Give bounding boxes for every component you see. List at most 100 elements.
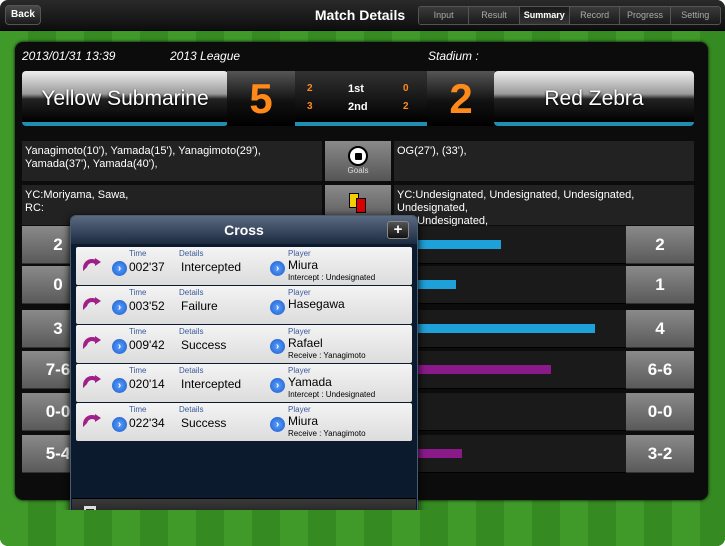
second-half-label: 2nd (348, 101, 368, 113)
stat-away-value: 4 (626, 310, 694, 348)
chevron-right-icon[interactable]: › (270, 339, 285, 354)
stat-bar (412, 365, 551, 374)
tab-result[interactable]: Result (469, 7, 520, 24)
away-team-name: Red Zebra (494, 71, 694, 126)
event-row[interactable]: › Time Details Player 003'52 Failure › Hasegawa (76, 286, 412, 324)
back-button[interactable]: Back (5, 5, 41, 25)
away-goals: OG(27'), (33'), (394, 141, 694, 181)
chevron-right-icon[interactable]: › (112, 261, 127, 276)
event-subtext: Receive : Yanagimoto (288, 351, 366, 360)
details-header: Details (179, 366, 204, 375)
event-list: › Time Details Player 002'37 Intercepted › Miur… (76, 247, 412, 442)
event-row[interactable]: › Time Details Player 009'42 Success › Rafael Re… (76, 325, 412, 363)
cross-arrow-icon (83, 336, 101, 349)
tab-input[interactable]: Input (419, 7, 470, 24)
event-player: Miura (288, 258, 319, 272)
stat-away-value: 0-0 (626, 393, 694, 431)
player-header: Player (288, 366, 311, 375)
half-scores: 2 1st 0 3 2nd 2 (295, 71, 427, 126)
event-player: Rafael (288, 336, 323, 350)
segmented-tabs: Input Result Summary Record Progress Set… (418, 6, 721, 25)
away-score: 2 (427, 71, 495, 126)
second-half-away: 2 (403, 101, 409, 112)
first-half-away: 0 (403, 83, 409, 94)
time-header: Time (129, 366, 147, 375)
player-header: Player (288, 405, 311, 414)
stat-away-value: 6-6 (626, 351, 694, 389)
details-header: Details (179, 327, 204, 336)
stat-bar (412, 449, 462, 458)
chevron-right-icon[interactable]: › (270, 300, 285, 315)
stat-away-value: 1 (626, 266, 694, 304)
event-details: Intercepted (181, 377, 242, 391)
event-subtext: Intercept : Undesignated (288, 273, 376, 282)
event-row[interactable]: › Time Details Player 020'14 Intercepted › Yama… (76, 364, 412, 402)
tab-summary[interactable]: Summary (519, 7, 570, 24)
home-goals: Yanagimoto(10'), Yamada(15'), Yanagimoto… (22, 141, 322, 181)
stat-bar (412, 240, 501, 249)
event-time: 003'52 (129, 299, 165, 313)
goals-cell: Goals (325, 141, 391, 181)
stadium-label: Stadium : (428, 49, 479, 63)
cross-popover: Cross + › Time Details Player 002'37 Intercep… (70, 215, 418, 531)
first-half-label: 1st (348, 83, 364, 95)
add-button[interactable]: + (387, 221, 409, 239)
event-details: Success (181, 338, 227, 352)
event-time: 020'14 (129, 377, 165, 391)
time-header: Time (129, 405, 147, 414)
away-cards: YC:Undesignated, Undesignated, Undesigna… (394, 185, 694, 227)
chevron-right-icon[interactable]: › (270, 378, 285, 393)
app-root: Back Match Details Input Result Summary … (0, 0, 725, 546)
event-subtext: Intercept : Undesignated (288, 390, 376, 399)
first-half-home: 2 (307, 83, 313, 94)
popover-header: Cross + (71, 216, 417, 244)
time-header: Time (129, 249, 147, 258)
chevron-right-icon[interactable]: › (270, 261, 285, 276)
event-player: Hasegawa (288, 297, 345, 311)
stat-away-value: 2 (626, 226, 694, 264)
chevron-right-icon[interactable]: › (112, 339, 127, 354)
soccer-ball-icon (348, 146, 368, 166)
tab-progress[interactable]: Progress (620, 7, 671, 24)
player-header: Player (288, 249, 311, 258)
event-row[interactable]: › Time Details Player 002'37 Intercepted › Miur… (76, 247, 412, 285)
red-card-icon (356, 198, 366, 213)
event-row[interactable]: › Time Details Player 022'34 Success › Miura Rec… (76, 403, 412, 441)
field-footer (0, 510, 725, 546)
cross-arrow-icon (83, 258, 101, 271)
details-header: Details (179, 405, 204, 414)
home-team-name: Yellow Submarine (22, 71, 228, 126)
event-details: Success (181, 416, 227, 430)
event-time: 022'34 (129, 416, 165, 430)
second-half-row: 3 2nd 2 (295, 101, 427, 119)
event-player: Miura (288, 414, 319, 428)
event-details: Failure (181, 299, 218, 313)
cross-arrow-icon (83, 414, 101, 427)
page-title: Match Details (314, 7, 406, 23)
details-header: Details (179, 249, 204, 258)
event-details: Intercepted (181, 260, 242, 274)
event-time: 009'42 (129, 338, 165, 352)
chevron-right-icon[interactable]: › (270, 417, 285, 432)
player-header: Player (288, 288, 311, 297)
first-half-row: 2 1st 0 (295, 83, 427, 101)
chevron-right-icon[interactable]: › (112, 417, 127, 432)
time-header: Time (129, 288, 147, 297)
navigation-bar: Back Match Details Input Result Summary … (0, 0, 725, 31)
cross-arrow-icon (83, 375, 101, 388)
second-half-home: 3 (307, 101, 313, 112)
home-yellow-cards: YC:Moriyama, Sawa, (25, 189, 129, 201)
event-subtext: Receive : Yanagimoto (288, 429, 366, 438)
details-header: Details (179, 288, 204, 297)
tab-record[interactable]: Record (569, 7, 621, 24)
stat-bar (412, 324, 595, 333)
tab-setting[interactable]: Setting (670, 7, 720, 24)
match-datetime: 2013/01/31 13:39 (22, 49, 116, 63)
chevron-right-icon[interactable]: › (112, 300, 127, 315)
home-score: 5 (227, 71, 295, 126)
away-yellow-cards: YC:Undesignated, Undesignated, Undesigna… (397, 189, 635, 214)
goals-label: Goals (347, 166, 369, 175)
chevron-right-icon[interactable]: › (112, 378, 127, 393)
player-header: Player (288, 327, 311, 336)
stat-away-value: 3-2 (626, 435, 694, 473)
